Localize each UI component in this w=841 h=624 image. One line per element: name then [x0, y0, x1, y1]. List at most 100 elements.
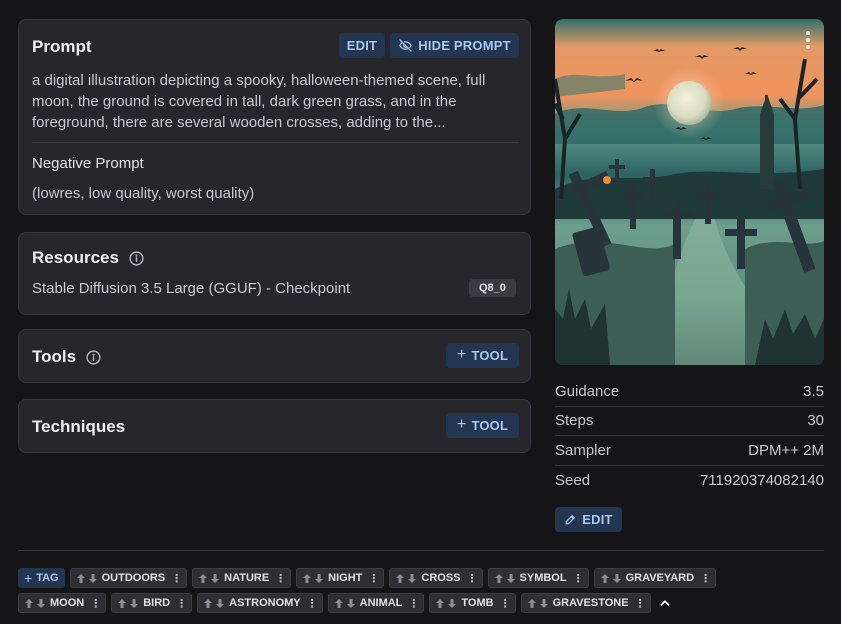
tag-list: + TAG OUTDOORS ⋮ NATURE ⋮ NIGHT ⋮ CROSS ⋮ SYMBOL… [18, 568, 824, 618]
edit-prompt-label: EDIT [346, 38, 378, 53]
tag-label: CROSS [421, 572, 461, 584]
vote-arrows [76, 573, 98, 584]
tag-chip[interactable]: ANIMAL ⋮ [327, 593, 425, 613]
arrow-down-icon[interactable] [506, 573, 516, 584]
param-key: Seed [555, 471, 591, 489]
arrow-down-icon[interactable] [36, 598, 46, 609]
tag-menu-icon[interactable]: ⋮ [307, 597, 318, 610]
vote-arrows [600, 573, 622, 584]
tag-menu-icon[interactable]: ⋮ [700, 572, 711, 585]
tag-label: GRAVESTONE [552, 597, 629, 609]
tag-chip[interactable]: TOMB ⋮ [429, 593, 516, 613]
prompt-divider [32, 142, 519, 143]
tag-chip[interactable]: GRAVESTONE ⋮ [520, 593, 651, 613]
arrow-up-icon[interactable] [334, 598, 344, 609]
vote-arrows [117, 598, 139, 609]
tag-chip[interactable]: SYMBOL ⋮ [487, 568, 589, 588]
tag-chip[interactable]: ASTRONOMY ⋮ [197, 593, 323, 613]
param-value: 3.5 [803, 382, 824, 400]
tag-menu-icon[interactable]: ⋮ [176, 597, 187, 610]
arrow-up-icon[interactable] [600, 573, 610, 584]
arrow-up-icon[interactable] [494, 573, 504, 584]
arrow-up-icon[interactable] [24, 598, 34, 609]
graveyard-illustration [555, 19, 824, 365]
param-key: Guidance [555, 382, 620, 400]
arrow-up-icon[interactable] [76, 573, 86, 584]
tag-menu-icon[interactable]: ⋮ [635, 597, 646, 610]
param-row: Steps 30 [555, 407, 824, 436]
add-tool-label: TOOL [471, 348, 509, 363]
tools-card: Tools + TOOL [18, 329, 531, 383]
edit-params-button[interactable]: EDIT [555, 507, 622, 532]
param-value: 30 [807, 412, 824, 430]
tag-menu-icon[interactable]: ⋮ [90, 597, 101, 610]
add-tag-button[interactable]: + TAG [18, 568, 65, 588]
prompt-text: a digital illustration depicting a spook… [32, 72, 486, 131]
tag-label: OUTDOORS [101, 572, 166, 584]
arrow-down-icon[interactable] [314, 573, 324, 584]
arrow-down-icon[interactable] [210, 573, 220, 584]
tag-menu-icon[interactable]: ⋮ [500, 597, 511, 610]
param-value[interactable]: 711920374082140 [700, 472, 824, 489]
arrow-up-icon[interactable] [302, 573, 312, 584]
chevron-up-icon[interactable] [656, 594, 674, 612]
vote-arrows [395, 573, 417, 584]
arrow-down-icon[interactable] [88, 573, 98, 584]
info-icon[interactable] [85, 349, 102, 366]
resource-item-link[interactable]: Stable Diffusion 3.5 Large (GGUF) - Chec… [32, 280, 350, 297]
tag-menu-icon[interactable]: ⋮ [275, 572, 286, 585]
tag-chip[interactable]: MOON ⋮ [18, 593, 107, 613]
arrow-up-icon[interactable] [117, 598, 127, 609]
image-menu-button[interactable] [806, 31, 810, 49]
generated-image[interactable] [555, 19, 824, 365]
arrow-down-icon[interactable] [215, 598, 225, 609]
tools-title: Tools [32, 347, 77, 366]
tag-menu-icon[interactable]: ⋮ [171, 572, 182, 585]
info-icon[interactable] [128, 250, 145, 267]
arrow-up-icon[interactable] [203, 598, 213, 609]
section-divider [18, 550, 824, 551]
tag-menu-icon[interactable]: ⋮ [467, 572, 478, 585]
tag-label: SYMBOL [519, 572, 567, 584]
tag-chip[interactable]: GRAVEYARD ⋮ [593, 568, 717, 588]
tools-header: Tools [32, 347, 102, 367]
eye-off-icon [398, 38, 413, 53]
arrow-up-icon[interactable] [198, 573, 208, 584]
arrow-down-icon[interactable] [346, 598, 356, 609]
tag-menu-icon[interactable]: ⋮ [368, 572, 379, 585]
arrow-down-icon[interactable] [447, 598, 457, 609]
arrow-down-icon[interactable] [407, 573, 417, 584]
arrow-down-icon[interactable] [539, 598, 549, 609]
edit-prompt-button[interactable]: EDIT [339, 33, 385, 58]
tag-menu-icon[interactable]: ⋮ [408, 597, 419, 610]
tag-menu-icon[interactable]: ⋮ [573, 572, 584, 585]
pencil-icon [564, 513, 577, 526]
hide-prompt-button[interactable]: HIDE PROMPT [390, 33, 519, 58]
tag-label: NIGHT [328, 572, 363, 584]
tag-label: MOON [50, 597, 85, 609]
resource-version-badge: Q8_0 [469, 279, 516, 297]
tag-label: ASTRONOMY [229, 597, 301, 609]
vote-arrows [334, 598, 356, 609]
plus-icon: + [456, 415, 467, 433]
add-tag-label: TAG [36, 572, 59, 584]
tag-chip[interactable]: CROSS ⋮ [389, 568, 483, 588]
vote-arrows [302, 573, 324, 584]
add-tool-button[interactable]: + TOOL [446, 343, 519, 368]
prompt-title: Prompt [32, 37, 92, 56]
tag-label: NATURE [224, 572, 270, 584]
arrow-up-icon[interactable] [435, 598, 445, 609]
tag-chip[interactable]: NIGHT ⋮ [296, 568, 385, 588]
arrow-down-icon[interactable] [129, 598, 139, 609]
tag-chip[interactable]: BIRD ⋮ [111, 593, 193, 613]
arrow-up-icon[interactable] [395, 573, 405, 584]
vote-arrows [203, 598, 225, 609]
add-technique-button[interactable]: + TOOL [446, 413, 519, 438]
arrow-down-icon[interactable] [612, 573, 622, 584]
tag-chip[interactable]: OUTDOORS ⋮ [69, 568, 188, 588]
vote-arrows [435, 598, 457, 609]
vote-arrows [494, 573, 516, 584]
vote-arrows [198, 573, 220, 584]
tag-chip[interactable]: NATURE ⋮ [192, 568, 292, 588]
arrow-up-icon[interactable] [527, 598, 537, 609]
